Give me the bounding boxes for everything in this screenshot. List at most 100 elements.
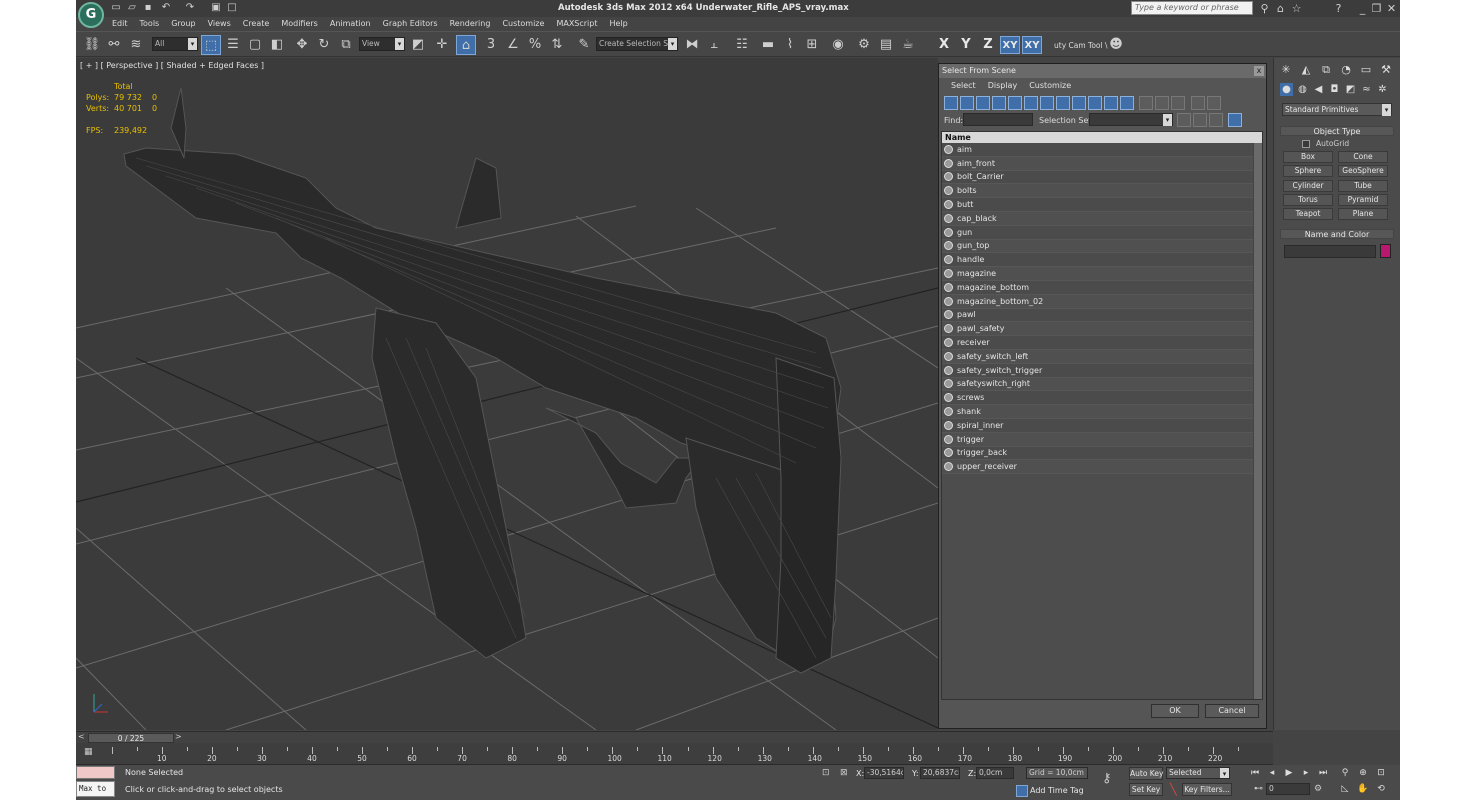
teapot-button[interactable]: Teapot [1283, 208, 1333, 220]
display-geometry-icon[interactable] [944, 96, 958, 110]
z-coord-field[interactable]: 0,0cm [976, 767, 1014, 779]
search-input[interactable]: Type a keyword or phrase [1131, 1, 1253, 15]
select-and-manipulate-icon[interactable]: ✛ [432, 35, 452, 55]
hierarchy-tab-icon[interactable]: ⧉ [1318, 62, 1334, 78]
utilities-tab-icon[interactable]: ⚒ [1378, 62, 1394, 78]
zoom-all-icon[interactable]: ⊕ [1356, 767, 1370, 780]
sync-selection-icon[interactable] [1228, 113, 1242, 127]
box-button[interactable]: Box [1283, 151, 1333, 163]
name-and-color-rollout[interactable]: Name and Color [1280, 229, 1394, 239]
time-configuration-icon[interactable]: ⚙ [1314, 784, 1322, 794]
pan-view-icon[interactable]: ✋ [1356, 783, 1370, 796]
curve-editor-icon[interactable]: ⌇ [780, 35, 800, 55]
torus-button[interactable]: Torus [1283, 194, 1333, 206]
auto-key-button[interactable]: Auto Key [1129, 767, 1163, 780]
filter-icon[interactable] [1191, 96, 1205, 110]
render-setup-icon[interactable]: ⚙ [854, 35, 874, 55]
material-editor-icon[interactable]: ◉ [828, 35, 848, 55]
window-crossing-icon[interactable]: ◧ [267, 35, 287, 55]
align-icon[interactable]: ⫠ [704, 35, 724, 55]
field-of-view-icon[interactable]: ◺ [1338, 783, 1352, 796]
display-hierarchy-icon[interactable] [1209, 113, 1223, 127]
motion-tab-icon[interactable]: ◔ [1338, 62, 1354, 78]
previous-frame-icon[interactable]: ◂ [1265, 767, 1279, 780]
menu-views[interactable]: Views [202, 17, 237, 30]
menu-modifiers[interactable]: Modifiers [275, 17, 324, 30]
list-item[interactable]: aim_front [942, 156, 1254, 171]
autogrid-checkbox[interactable] [1302, 140, 1310, 148]
x-coord-field[interactable]: -30,5164cr [864, 767, 904, 779]
orbit-icon[interactable]: ⟲ [1374, 783, 1388, 796]
display-helpers-icon[interactable] [1008, 96, 1022, 110]
menu-maxscript[interactable]: MAXScript [550, 17, 603, 30]
current-frame-field[interactable]: 0 [1266, 783, 1310, 795]
tube-button[interactable]: Tube [1338, 180, 1388, 192]
menu-graph-editors[interactable]: Graph Editors [377, 17, 444, 30]
slider-next-icon[interactable]: > [175, 732, 182, 741]
dialog-menu-select[interactable]: Select [945, 80, 982, 92]
menu-customize[interactable]: Customize [496, 17, 550, 30]
filter-options-icon[interactable] [1207, 96, 1221, 110]
object-name-field[interactable] [1284, 245, 1376, 258]
cylinder-button[interactable]: Cylinder [1283, 180, 1333, 192]
new-file-icon[interactable]: ▭ [110, 2, 122, 14]
plane-button[interactable]: Plane [1338, 208, 1388, 220]
ribbon-icon[interactable]: ▬ [758, 35, 778, 55]
snaps-toggle-icon[interactable]: 3 [481, 35, 501, 55]
cancel-button[interactable]: Cancel [1205, 704, 1259, 718]
display-shapes-icon[interactable] [960, 96, 974, 110]
systems-category-icon[interactable]: ✲ [1376, 83, 1389, 96]
set-key-filter-icon[interactable]: ╲ [1170, 783, 1177, 796]
pyramid-button[interactable]: Pyramid [1338, 194, 1388, 206]
list-item[interactable]: upper_receiver [942, 460, 1254, 475]
list-item[interactable]: trigger [942, 432, 1254, 447]
display-lights-icon[interactable] [976, 96, 990, 110]
lights-category-icon[interactable]: ◀ [1312, 83, 1325, 96]
time-slider-thumb[interactable]: 0 / 225 [88, 733, 174, 743]
selection-filter-dropdown[interactable]: All ▾ [152, 37, 198, 51]
geometry-category-icon[interactable]: ● [1280, 83, 1293, 96]
spinner-snap-icon[interactable]: ⇅ [547, 35, 567, 55]
dialog-menu-display[interactable]: Display [982, 80, 1024, 92]
display-hidden-icon[interactable] [1120, 96, 1134, 110]
open-file-icon[interactable]: ▱ [126, 2, 138, 14]
workspace-icon[interactable]: □ [226, 2, 238, 14]
list-item[interactable]: trigger_back [942, 446, 1254, 461]
list-item[interactable]: safety_switch_trigger [942, 363, 1254, 378]
find-input[interactable] [963, 113, 1033, 126]
display-invert-icon[interactable] [1171, 96, 1185, 110]
modify-tab-icon[interactable]: ◭ [1298, 62, 1314, 78]
menu-tools[interactable]: Tools [134, 17, 166, 30]
column-header-name[interactable]: Name [942, 132, 1262, 143]
list-item[interactable]: shank [942, 405, 1254, 419]
create-tab-icon[interactable]: ✳ [1278, 62, 1294, 78]
list-item[interactable]: receiver [942, 336, 1254, 350]
track-bar[interactable]: ▦ 10 20 30 40 50 60 70 80 90 100 110 120 130 140 150 16… [76, 743, 1273, 765]
maxscript-input[interactable]: Max to [76, 781, 115, 797]
list-item[interactable]: gun_top [942, 239, 1254, 254]
time-slider[interactable]: < 0 / 225 > [76, 731, 1273, 743]
list-scrollbar[interactable] [1253, 143, 1262, 699]
list-item[interactable]: screws [942, 391, 1254, 406]
select-object-icon[interactable]: ⬚ [201, 35, 221, 55]
help-icon[interactable]: ? [1332, 2, 1345, 15]
list-item[interactable]: bolts [942, 184, 1254, 199]
undo-icon[interactable]: ↶ [160, 2, 172, 14]
display-space-warps-icon[interactable] [1024, 96, 1038, 110]
y-coord-field[interactable]: 20,6837cm [920, 767, 960, 779]
restrict-xy-button[interactable]: XY [1000, 36, 1020, 54]
app-logo[interactable]: G [78, 2, 104, 28]
play-icon[interactable]: ▶ [1282, 767, 1296, 780]
keyboard-shortcut-override-icon[interactable]: ⌂ [456, 35, 476, 55]
display-bones-icon[interactable] [1072, 96, 1086, 110]
go-to-end-icon[interactable]: ⏭ [1316, 767, 1330, 780]
reference-coordinate-dropdown[interactable]: View ▾ [359, 37, 405, 51]
key-filters-button[interactable]: Key Filters... [1182, 783, 1232, 796]
cam-tool-icon[interactable]: ☻ [1106, 35, 1126, 55]
list-item[interactable]: safety_switch_left [942, 350, 1254, 364]
set-key-button[interactable]: Set Key [1129, 783, 1163, 796]
object-type-rollout[interactable]: Object Type [1280, 126, 1394, 136]
menu-animation[interactable]: Animation [324, 17, 377, 30]
restrict-plane-cycle-button[interactable]: XY [1022, 36, 1042, 54]
angle-snap-icon[interactable]: ∠ [503, 35, 523, 55]
